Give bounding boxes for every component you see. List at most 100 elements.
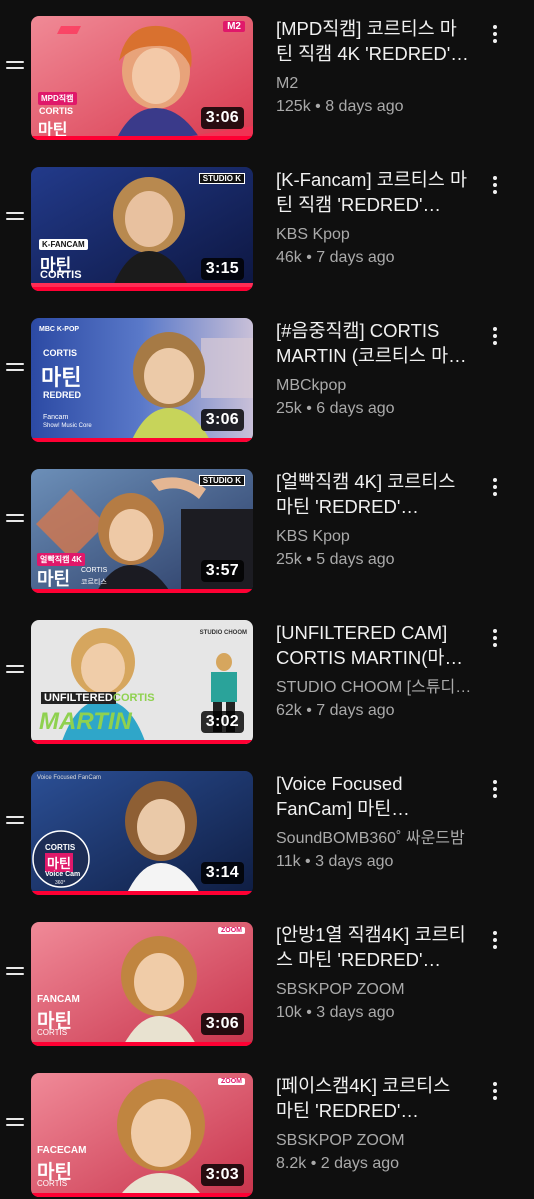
drag-handle-icon[interactable] — [6, 511, 24, 525]
video-title[interactable]: [K-Fancam] 코르티스 마틴 직캠 'REDRED' (CORTIS M… — [276, 167, 472, 217]
drag-handle-icon[interactable] — [6, 813, 24, 827]
thumbnail-overlay-line: MARTIN — [39, 708, 132, 735]
view-count: 11k — [276, 853, 301, 870]
thumbnail-overlay-line: REDRED — [43, 390, 82, 400]
view-count: 25k — [276, 400, 302, 417]
video-meta: 125k • 8 days ago — [276, 98, 404, 115]
upload-age: 6 days ago — [316, 400, 395, 417]
thumbnail-overlay-line: 360° — [55, 880, 66, 886]
watch-progress-bar — [31, 740, 253, 744]
channel-name[interactable]: SoundBOMB360˚ 싸운드밤 — [276, 827, 472, 850]
video-thumbnail[interactable]: Voice Focused FanCam CORTIS 마틴 Voice Cam… — [31, 771, 253, 895]
thumbnail-overlay-line: Voice Focused FanCam — [37, 775, 102, 781]
view-count: 46k — [276, 249, 302, 266]
video-thumbnail[interactable]: ZOOM FACECAM 마틴 CORTIS 3:03 — [31, 1073, 253, 1197]
thumbnail-overlay-line: 마틴 — [37, 569, 71, 589]
watch-progress-bar — [31, 1193, 253, 1197]
upload-age: 7 days ago — [316, 702, 395, 719]
duration-badge: 3:03 — [200, 1164, 244, 1186]
playlist-item[interactable]: MBC K-POP CORTIS 마틴 REDRED Fancam Show! … — [0, 302, 534, 453]
thumbnail-overlay-line: CORTIS — [37, 1028, 68, 1037]
video-thumbnail[interactable]: MBC K-POP CORTIS 마틴 REDRED Fancam Show! … — [31, 318, 253, 442]
more-vert-icon[interactable] — [486, 626, 504, 650]
thumbnail-overlay-line: FANCAM — [37, 994, 80, 1005]
video-meta: 11k • 3 days ago — [276, 853, 394, 870]
thumbnail-overlay-line: UNFILTERED — [41, 692, 116, 704]
channel-name[interactable]: MBCkpop — [276, 374, 472, 397]
video-title[interactable]: [#음중직캠] CORTIS MARTIN (코르티스 마틴) - REDRED… — [276, 318, 472, 368]
drag-handle-icon[interactable] — [6, 964, 24, 978]
thumbnail-overlay-line: FACECAM — [37, 1145, 87, 1156]
more-vert-icon[interactable] — [486, 324, 504, 348]
channel-logo: STUDIO K — [198, 475, 245, 486]
drag-handle-icon[interactable] — [6, 662, 24, 676]
duration-badge: 3:15 — [200, 258, 244, 280]
video-title[interactable]: [UNFILTERED CAM] CORTIS MARTIN(마틴) 'REDR… — [276, 620, 472, 670]
playlist-item[interactable]: STUDIO CHOOM UNFILTERED CORTIS MARTIN 3:… — [0, 604, 534, 755]
watch-progress-bar — [31, 287, 253, 291]
video-thumbnail[interactable]: STUDIO K K-FANCAM 마틴 CORTIS 3:15 — [31, 167, 253, 291]
channel-logo: MBC K-POP — [39, 326, 80, 333]
video-thumbnail[interactable]: ZOOM FANCAM 마틴 CORTIS 3:06 — [31, 922, 253, 1046]
video-meta: 8.2k • 2 days ago — [276, 1155, 400, 1172]
channel-name[interactable]: KBS Kpop — [276, 223, 472, 246]
view-count: 25k — [276, 551, 302, 568]
view-count: 8.2k — [276, 1155, 307, 1172]
duration-badge: 3:06 — [200, 1013, 244, 1035]
video-title[interactable]: [페이스캠4K] 코르티스 마틴 'REDRED' (CORTIS MARTIN… — [276, 1073, 472, 1123]
video-title[interactable]: [안방1열 직캠4K] 코르티스 마틴 'REDRED' (CORTIS MAR… — [276, 922, 472, 972]
video-title[interactable]: [Voice Focused FanCam] 마틴 (CORTIS MARTIN… — [276, 771, 472, 821]
drag-handle-icon[interactable] — [6, 58, 24, 72]
channel-name[interactable]: M2 — [276, 72, 472, 95]
duration-badge: 3:02 — [200, 711, 244, 733]
playlist-item[interactable]: Voice Focused FanCam CORTIS 마틴 Voice Cam… — [0, 755, 534, 906]
video-title[interactable]: [얼빡직캠 4K] 코르티스 마틴 'REDRED' (CORTIS MARTI… — [276, 469, 472, 519]
more-vert-icon[interactable] — [486, 475, 504, 499]
thumbnail-overlay-line: K-FANCAM — [39, 239, 88, 250]
channel-name[interactable]: SBSKPOP ZOOM — [276, 978, 472, 1001]
video-meta: 46k • 7 days ago — [276, 249, 395, 266]
more-vert-icon[interactable] — [486, 173, 504, 197]
playlist-item[interactable]: ZOOM FACECAM 마틴 CORTIS 3:03 [페이스캠4K] 코르티… — [0, 1057, 534, 1199]
channel-name[interactable]: KBS Kpop — [276, 525, 472, 548]
thumbnail-overlay-line: Voice Cam — [45, 871, 81, 878]
video-thumbnail[interactable]: STUDIO CHOOM UNFILTERED CORTIS MARTIN 3:… — [31, 620, 253, 744]
thumbnail-overlay-line: CORTIS — [113, 692, 155, 704]
drag-handle-icon[interactable] — [6, 209, 24, 223]
video-meta: 25k • 6 days ago — [276, 400, 395, 417]
thumbnail-overlay-line: 마틴 — [45, 853, 73, 872]
channel-name[interactable]: SBSKPOP ZOOM — [276, 1129, 472, 1152]
thumbnail-overlay-line: CORTIS — [81, 567, 108, 574]
video-info: [얼빡직캠 4K] 코르티스 마틴 'REDRED' (CORTIS MARTI… — [276, 469, 472, 571]
more-vert-icon[interactable] — [486, 22, 504, 46]
thumbnail-overlay-line: 코르티스 — [81, 579, 107, 586]
video-thumbnail[interactable]: STUDIO K 얼빡직캠 4K 마틴 CORTIS 코르티스 3:57 — [31, 469, 253, 593]
thumbnail-overlay-line: 마틴 — [41, 365, 82, 390]
upload-age: 2 days ago — [320, 1155, 400, 1172]
video-info: [K-Fancam] 코르티스 마틴 직캠 'REDRED' (CORTIS M… — [276, 167, 472, 269]
duration-badge: 3:06 — [200, 107, 244, 129]
thumbnail-overlay-line: CORTIS — [43, 348, 78, 358]
drag-handle-icon[interactable] — [6, 360, 24, 374]
more-vert-icon[interactable] — [486, 928, 504, 952]
playlist-item[interactable]: M2 MPD직캠 CORTIS 마틴 3:06 [MPD직캠] 코르티스 마틴 … — [0, 0, 534, 151]
playlist-item[interactable]: STUDIO K K-FANCAM 마틴 CORTIS 3:15 [K-Fanc… — [0, 151, 534, 302]
video-info: [#음중직캠] CORTIS MARTIN (코르티스 마틴) - REDRED… — [276, 318, 472, 420]
more-vert-icon[interactable] — [486, 1079, 504, 1103]
video-info: [MPD직캠] 코르티스 마틴 직캠 4K 'REDRED' (CORTIS M… — [276, 16, 472, 118]
view-count: 62k — [276, 702, 302, 719]
upload-age: 3 days ago — [316, 1004, 395, 1021]
channel-name[interactable]: STUDIO CHOOM [스튜디오 춤] — [276, 676, 472, 699]
video-title[interactable]: [MPD직캠] 코르티스 마틴 직캠 4K 'REDRED' (CORTIS M… — [276, 16, 472, 66]
video-thumbnail[interactable]: M2 MPD직캠 CORTIS 마틴 3:06 — [31, 16, 253, 140]
playlist-item[interactable]: ZOOM FANCAM 마틴 CORTIS 3:06 [안방1열 직캠4K] 코… — [0, 906, 534, 1057]
playlist-item[interactable]: STUDIO K 얼빡직캠 4K 마틴 CORTIS 코르티스 3:57 [얼빡… — [0, 453, 534, 604]
playlist-video-list: M2 MPD직캠 CORTIS 마틴 3:06 [MPD직캠] 코르티스 마틴 … — [0, 0, 534, 1199]
duration-badge: 3:14 — [200, 862, 244, 884]
duration-badge: 3:57 — [200, 560, 244, 582]
upload-age: 5 days ago — [316, 551, 395, 568]
drag-handle-icon[interactable] — [6, 1115, 24, 1129]
upload-age: 3 days ago — [315, 853, 394, 870]
more-vert-icon[interactable] — [486, 777, 504, 801]
channel-logo: M2 — [223, 21, 245, 32]
